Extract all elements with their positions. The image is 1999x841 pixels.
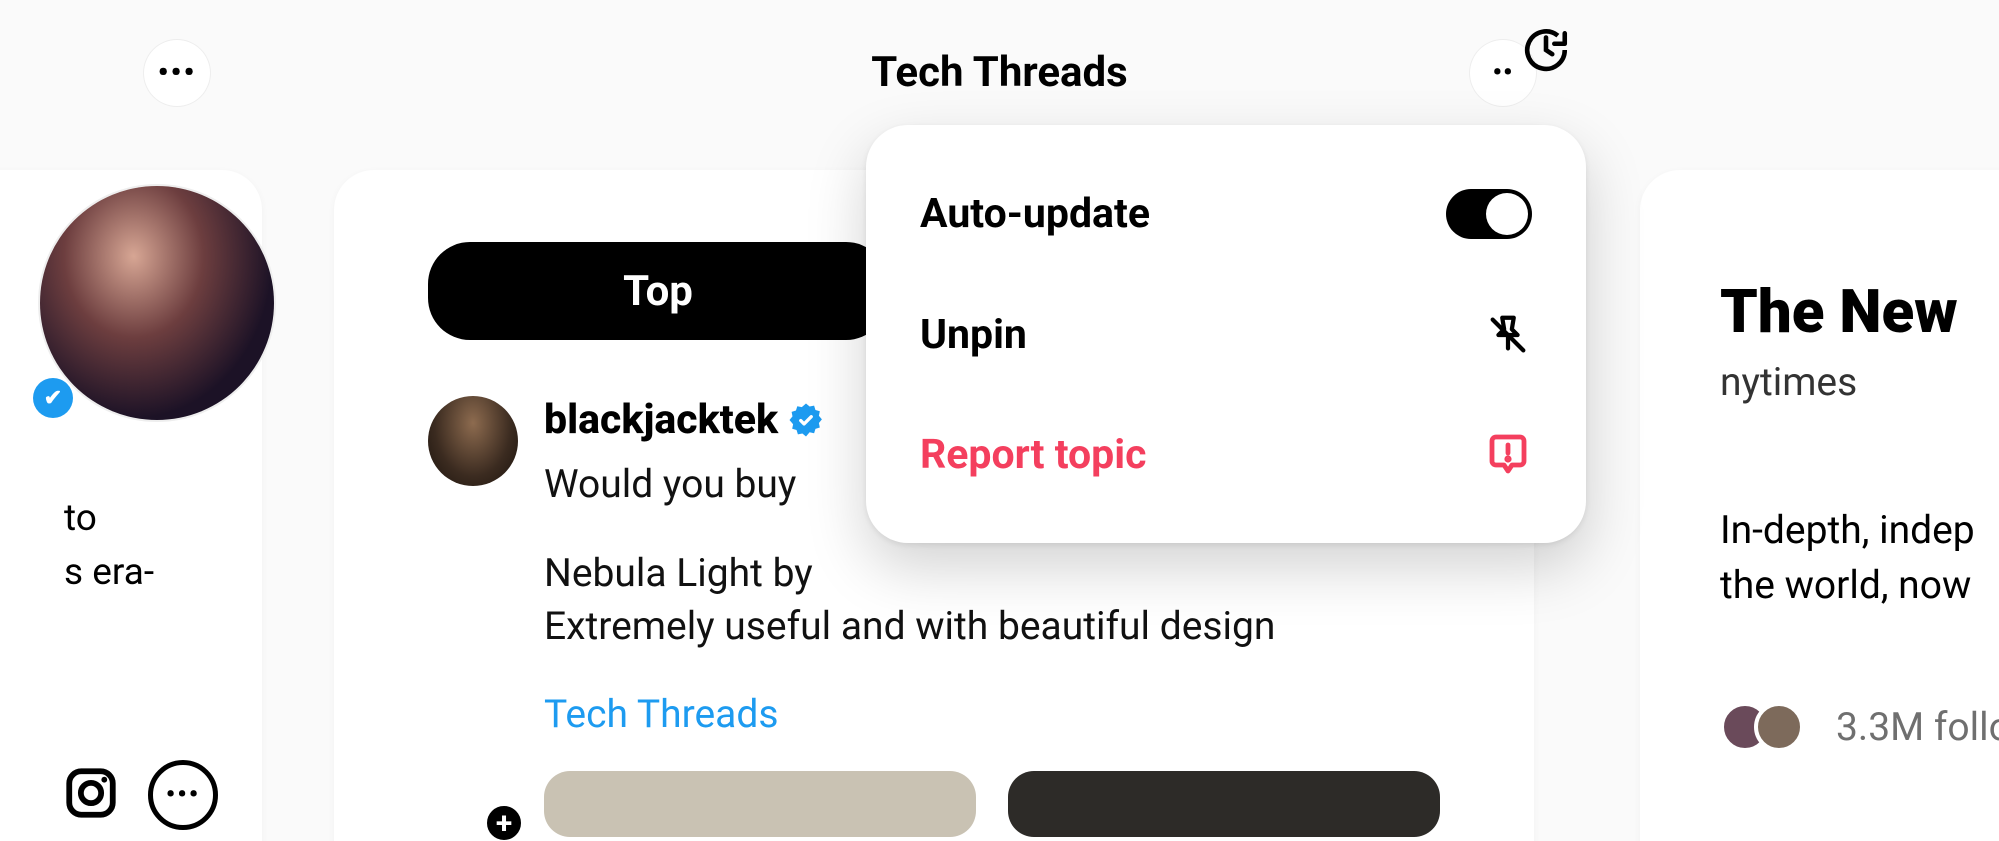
feed-tab-label: Top — [623, 267, 693, 316]
bio-line: s era- — [64, 546, 154, 600]
column-header: ••• Tech Threads •• — [0, 0, 1999, 140]
column-more-button[interactable]: ••• — [144, 40, 210, 106]
profile-bio: to s era- — [64, 492, 154, 599]
post-text-line: Extremely useful and with beautiful desi… — [544, 600, 1440, 653]
more-links-button[interactable]: ••• — [148, 760, 218, 830]
desc-line: In-depth, indep — [1720, 503, 1999, 558]
bio-line: to — [64, 492, 154, 546]
profile-handle[interactable]: nytimes — [1720, 359, 1999, 405]
post-media-thumb[interactable] — [544, 771, 976, 837]
profile-name: The New — [1720, 276, 1999, 347]
follower-avatars-icon — [1720, 702, 1814, 752]
auto-refresh-icon — [1520, 24, 1572, 76]
follow-add-icon[interactable]: + — [482, 801, 526, 841]
desc-line: the world, now — [1720, 558, 1999, 613]
menu-label: Auto-update — [920, 190, 1150, 238]
followers-row[interactable]: 3.3M follo — [1720, 702, 1999, 752]
menu-label: Report topic — [920, 431, 1146, 479]
verified-badge-icon: ✔ — [33, 378, 73, 418]
column-options-menu: Auto-update Unpin Report topic — [866, 125, 1586, 543]
menu-item-report[interactable]: Report topic — [866, 395, 1586, 515]
auto-update-toggle[interactable] — [1446, 189, 1532, 239]
follower-count: 3.3M follo — [1836, 704, 1999, 750]
post-media-row — [544, 771, 1440, 837]
unpin-icon — [1484, 311, 1532, 359]
left-column-card: ✔ to s era- ••• — [0, 170, 262, 841]
verified-badge-icon — [788, 402, 824, 438]
post-media-thumb[interactable] — [1008, 771, 1440, 837]
post-topic-link[interactable]: Tech Threads — [544, 691, 1440, 737]
post-text-line: Nebula Light by — [544, 547, 1440, 600]
menu-item-auto-update[interactable]: Auto-update — [866, 153, 1586, 275]
report-icon — [1484, 431, 1532, 479]
right-column-card: The New nytimes In-depth, indep the worl… — [1640, 170, 1999, 841]
column-title: Tech Threads — [871, 48, 1127, 97]
post-avatar-wrap[interactable]: + — [428, 396, 518, 837]
instagram-icon[interactable] — [62, 764, 120, 826]
feed-tab-top[interactable]: Top — [428, 242, 888, 340]
post-avatar — [428, 396, 518, 486]
profile-avatar[interactable] — [40, 186, 274, 420]
profile-description: In-depth, indep the world, now — [1720, 503, 1999, 614]
menu-label: Unpin — [920, 311, 1027, 359]
post-username: blackjacktek — [544, 396, 778, 444]
profile-links: ••• — [62, 760, 218, 830]
menu-item-unpin[interactable]: Unpin — [866, 275, 1586, 395]
